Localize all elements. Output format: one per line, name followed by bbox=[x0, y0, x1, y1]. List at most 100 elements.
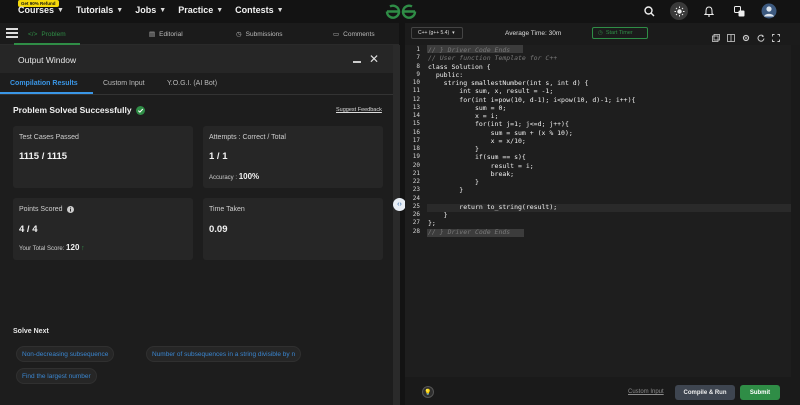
line-number: 19 bbox=[412, 153, 420, 161]
line-number: 1 bbox=[416, 46, 420, 53]
test-cases-value: 1115 / 1115 bbox=[19, 151, 68, 162]
editor-scrollbar[interactable] bbox=[791, 45, 800, 377]
chevron-down-icon: ▼ bbox=[216, 6, 224, 14]
code-line: return to_string(result); bbox=[428, 202, 558, 211]
time-value: 0.09 bbox=[209, 224, 228, 235]
attempts-value: 1 / 1 bbox=[209, 151, 228, 162]
theme-toggle-icon[interactable] bbox=[670, 2, 688, 20]
minimize-icon[interactable] bbox=[353, 61, 361, 63]
code-line: // } Driver Code Ends bbox=[428, 227, 511, 236]
code-editor[interactable]: 1 // } Driver Code Ends 7 // User function … bbox=[405, 45, 800, 377]
line-number: 9 bbox=[416, 70, 420, 78]
problem-tab-bar: </> Problem ▤ Editorial ◷ Submissions ▭ Comm… bbox=[0, 23, 399, 45]
points-label: Points Scored bbox=[19, 206, 74, 213]
line-number: 17 bbox=[412, 136, 420, 144]
line-number: 22 bbox=[412, 178, 420, 185]
translate-icon[interactable] bbox=[730, 2, 748, 20]
code-line: int sum, x, result = -1; bbox=[428, 87, 554, 96]
line-number: 15 bbox=[412, 120, 420, 128]
suggest-feedback-link[interactable]: Suggest Feedback bbox=[336, 107, 382, 113]
menu-icon[interactable] bbox=[6, 28, 18, 38]
language-select[interactable]: C++ (g++ 5.4) ▾ bbox=[411, 27, 463, 39]
expand-icon[interactable] bbox=[727, 29, 735, 42]
compile-run-button[interactable]: Compile & Run bbox=[675, 385, 735, 400]
panel-resize-handle[interactable] bbox=[393, 45, 400, 405]
close-icon[interactable]: ✕ bbox=[369, 53, 379, 65]
arrow-up-icon: ↑ bbox=[81, 245, 85, 252]
line-number: 16 bbox=[412, 128, 420, 136]
chevron-down-icon: ▾ bbox=[452, 30, 455, 36]
line-number: 25 bbox=[412, 202, 420, 210]
code-line: for(int i=pow(10, d-1); i<pow(10, d)-1; … bbox=[428, 95, 636, 104]
nav-tutorials[interactable]: Tutorials ▼ bbox=[76, 5, 123, 15]
test-cases-label: Test Cases Passed bbox=[19, 134, 79, 141]
copy-icon[interactable] bbox=[712, 29, 720, 42]
chevron-down-icon: ▼ bbox=[276, 6, 284, 14]
fullscreen-icon[interactable] bbox=[772, 29, 780, 42]
total-score-value: 120 bbox=[66, 243, 80, 252]
accuracy-value: 100% bbox=[238, 172, 260, 181]
line-number: 24 bbox=[412, 194, 420, 202]
line-number: 21 bbox=[412, 169, 420, 177]
gfg-logo-icon[interactable] bbox=[383, 2, 419, 21]
points-card: Points Scored 4 / 4 Your Total Score: 12… bbox=[13, 198, 193, 260]
code-line: for(int j=1; j<=d; j++){ bbox=[428, 120, 569, 129]
code-line: if(sum == s){ bbox=[428, 153, 526, 162]
line-number: 20 bbox=[412, 161, 420, 169]
line-number: 26 bbox=[412, 211, 420, 218]
code-line: }; bbox=[428, 219, 436, 228]
code-line: x = x/10; bbox=[428, 136, 526, 145]
code-line: string smallestNumber(int s, int d) { bbox=[428, 79, 589, 87]
line-number: 27 bbox=[412, 219, 420, 227]
tab-custom-input[interactable]: Custom Input bbox=[103, 80, 145, 87]
reset-icon[interactable] bbox=[757, 29, 765, 42]
code-line: sum = sum + (x % 10); bbox=[428, 128, 573, 137]
test-cases-card: Test Cases Passed 1115 / 1115 bbox=[13, 126, 193, 188]
nav-jobs[interactable]: Jobs ▼ bbox=[135, 5, 166, 15]
nav-practice[interactable]: Practice ▼ bbox=[178, 5, 223, 15]
tab-submissions[interactable]: ◷ Submissions bbox=[236, 23, 283, 45]
nav-icons bbox=[640, 2, 778, 20]
tab-yogi-ai-bot[interactable]: Y.O.G.I. (AI Bot) bbox=[167, 80, 217, 87]
code-line: x = i; bbox=[428, 112, 499, 120]
solve-next-item[interactable]: Number of subsequences in a string divis… bbox=[146, 346, 302, 362]
nav-contests[interactable]: Contests ▼ bbox=[235, 5, 283, 15]
average-time: Average Time: 30m bbox=[505, 30, 562, 37]
nav-courses[interactable]: Courses ▼ bbox=[18, 5, 64, 15]
lightbulb-icon[interactable]: 💡 bbox=[422, 386, 434, 398]
tab-problem[interactable]: </> Problem bbox=[14, 23, 80, 45]
total-score-row: Your Total Score: 120 ↑ bbox=[19, 243, 85, 252]
avatar[interactable] bbox=[760, 2, 778, 20]
custom-input-link[interactable]: Custom Input bbox=[628, 389, 664, 395]
code-line: } bbox=[428, 186, 464, 195]
editor-toolbar: C++ (g++ 5.4) ▾ Average Time: 30m ◷ Start … bbox=[405, 23, 800, 45]
solve-next-heading: Solve Next bbox=[13, 328, 49, 335]
submit-button[interactable]: Submit bbox=[740, 385, 780, 400]
line-number: 10 bbox=[412, 79, 420, 86]
tab-comments[interactable]: ▭ Comments bbox=[333, 23, 375, 45]
search-icon[interactable] bbox=[640, 2, 658, 20]
code-line: // User function Template for C++ bbox=[428, 54, 558, 63]
line-number: 12 bbox=[412, 95, 420, 103]
code-line: break; bbox=[428, 169, 515, 178]
editor-footer: 💡 Custom Input Compile & Run Submit bbox=[405, 377, 800, 405]
settings-icon[interactable] bbox=[742, 29, 750, 42]
start-timer-button[interactable]: ◷ Start Timer bbox=[592, 27, 648, 39]
points-value: 4 / 4 bbox=[19, 224, 38, 235]
editor-actions bbox=[712, 29, 780, 42]
tab-editorial[interactable]: ▤ Editorial bbox=[149, 23, 183, 45]
comment-icon: ▭ bbox=[333, 31, 340, 38]
line-number: 11 bbox=[412, 87, 420, 95]
info-icon[interactable] bbox=[66, 206, 74, 213]
code-line: } bbox=[428, 211, 448, 219]
bell-icon[interactable] bbox=[700, 2, 718, 20]
tab-compilation-results[interactable]: Compilation Results bbox=[10, 80, 78, 87]
solve-next-item[interactable]: Non-decreasing subsequence bbox=[16, 346, 115, 362]
line-number: 7 bbox=[416, 54, 420, 62]
solve-next-item[interactable]: Find the largest number bbox=[16, 368, 97, 384]
line-number: 8 bbox=[416, 62, 420, 70]
top-navbar: Get 90% Refund Courses ▼ Tutorials ▼ Jobs ▼… bbox=[0, 0, 800, 23]
chevron-down-icon: ▼ bbox=[159, 6, 167, 14]
time-label: Time Taken bbox=[209, 206, 245, 213]
status-heading: Problem Solved Successfully bbox=[13, 105, 145, 115]
